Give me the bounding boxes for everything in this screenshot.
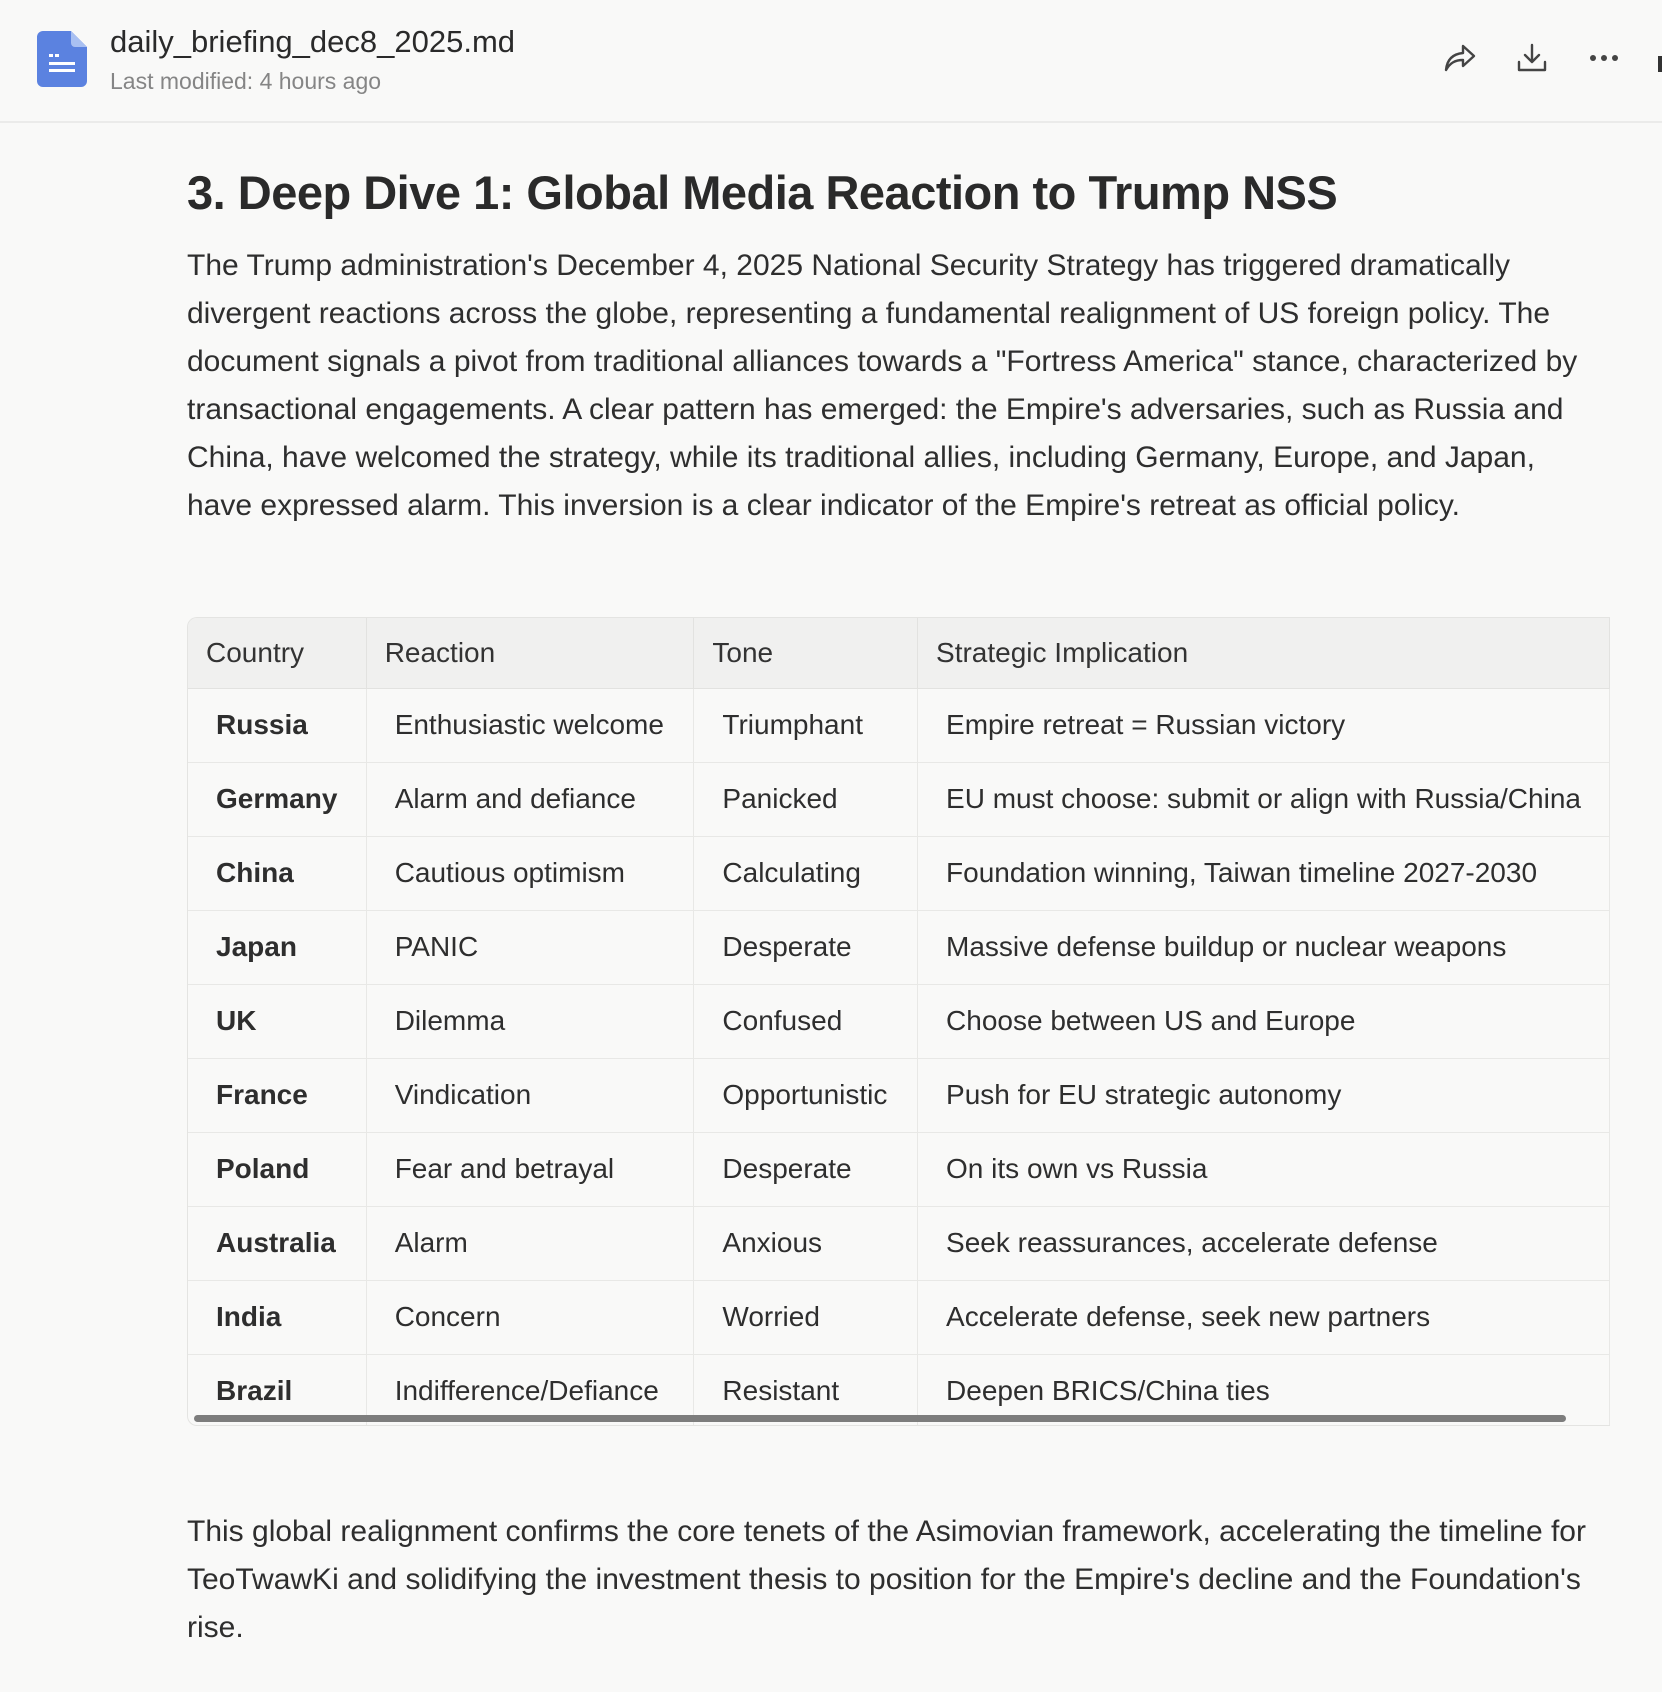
cell-implication: Empire retreat = Russian victory xyxy=(917,688,1610,763)
cell-implication: Choose between US and Europe xyxy=(917,984,1610,1059)
section-heading: 3. Deep Dive 1: Global Media Reaction to… xyxy=(187,166,1338,219)
table-row: France Vindication Opportunistic Push for E… xyxy=(188,1058,1610,1133)
download-icon xyxy=(1517,43,1547,72)
panel-edge xyxy=(1658,56,1662,72)
more-options-button[interactable] xyxy=(1584,38,1624,78)
cell-country: Japan xyxy=(188,910,367,985)
cell-country: Australia xyxy=(188,1206,367,1281)
cell-reaction: Alarm and defiance xyxy=(366,762,695,837)
more-icon xyxy=(1590,55,1618,61)
header-reaction: Reaction xyxy=(366,618,695,689)
cell-implication: EU must choose: submit or align with Rus… xyxy=(917,762,1610,837)
cell-reaction: Cautious optimism xyxy=(366,836,695,911)
cell-implication: Seek reassurances, accelerate defense xyxy=(917,1206,1610,1281)
table-row: Poland Fear and betrayal Desperate On its o… xyxy=(188,1132,1610,1207)
cell-implication: Accelerate defense, seek new partners xyxy=(917,1280,1610,1355)
share-button[interactable] xyxy=(1440,38,1480,78)
cell-tone: Calculating xyxy=(693,836,919,911)
table-row: Germany Alarm and defiance Panicked EU must… xyxy=(188,762,1610,837)
share-icon xyxy=(1444,44,1476,72)
cell-country: India xyxy=(188,1280,367,1355)
last-modified: Last modified: 4 hours ago xyxy=(110,68,382,94)
cell-implication: Push for EU strategic autonomy xyxy=(917,1058,1610,1133)
cell-tone: Anxious xyxy=(693,1206,919,1281)
table-row: Australia Alarm Anxious Seek reassurances, … xyxy=(188,1206,1610,1281)
horizontal-scrollbar[interactable] xyxy=(194,1415,1566,1422)
cell-implication: On its own vs Russia xyxy=(917,1132,1610,1207)
cell-tone: Desperate xyxy=(693,910,919,985)
cell-tone: Opportunistic xyxy=(693,1058,919,1133)
cell-reaction: Concern xyxy=(366,1280,695,1355)
reaction-table: Country Reaction Tone Strategic Implicat… xyxy=(188,618,1610,1425)
cell-reaction: Fear and betrayal xyxy=(366,1132,695,1207)
cell-reaction: PANIC xyxy=(366,910,695,985)
header-implication: Strategic Implication xyxy=(917,618,1610,689)
cell-implication: Massive defense buildup or nuclear weapo… xyxy=(917,910,1610,985)
cell-reaction: Vindication xyxy=(366,1058,695,1133)
cell-country: Germany xyxy=(188,762,367,837)
document-icon xyxy=(37,31,87,87)
cell-reaction: Dilemma xyxy=(366,984,695,1059)
cell-tone: Desperate xyxy=(693,1132,919,1207)
cell-tone: Worried xyxy=(693,1280,919,1355)
table-row: Russia Enthusiastic welcome Triumphant Empi… xyxy=(188,688,1610,763)
table-row: UK Dilemma Confused Choose between US and E… xyxy=(188,984,1610,1059)
header-country: Country xyxy=(188,618,367,689)
cell-country: Poland xyxy=(188,1132,367,1207)
table-row: India Concern Worried Accelerate defense, s… xyxy=(188,1280,1610,1355)
cell-country: France xyxy=(188,1058,367,1133)
file-header: daily_briefing_dec8_2025.md Last modifie… xyxy=(0,0,1662,123)
conclusion-paragraph: This global realignment confirms the cor… xyxy=(187,1515,1586,1644)
cell-tone: Panicked xyxy=(693,762,919,837)
table-header-row: Country Reaction Tone Strategic Implicat… xyxy=(188,618,1610,689)
intro-paragraph: The Trump administration's December 4, 2… xyxy=(187,249,1578,522)
cell-tone: Confused xyxy=(693,984,919,1059)
cell-tone: Triumphant xyxy=(693,688,919,763)
reaction-table-scroll[interactable]: Country Reaction Tone Strategic Implicat… xyxy=(187,617,1610,1426)
header-tone: Tone xyxy=(693,618,919,689)
cell-country: China xyxy=(188,836,367,911)
cell-reaction: Enthusiastic welcome xyxy=(366,688,695,763)
table-row: China Cautious optimism Calculating Foundat… xyxy=(188,836,1610,911)
download-button[interactable] xyxy=(1512,38,1552,78)
cell-country: Russia xyxy=(188,688,367,763)
cell-reaction: Alarm xyxy=(366,1206,695,1281)
table-row: Japan PANIC Desperate Massive defense build… xyxy=(188,910,1610,985)
cell-country: UK xyxy=(188,984,367,1059)
file-title: daily_briefing_dec8_2025.md xyxy=(110,24,516,59)
cell-implication: Foundation winning, Taiwan timeline 2027… xyxy=(917,836,1610,911)
